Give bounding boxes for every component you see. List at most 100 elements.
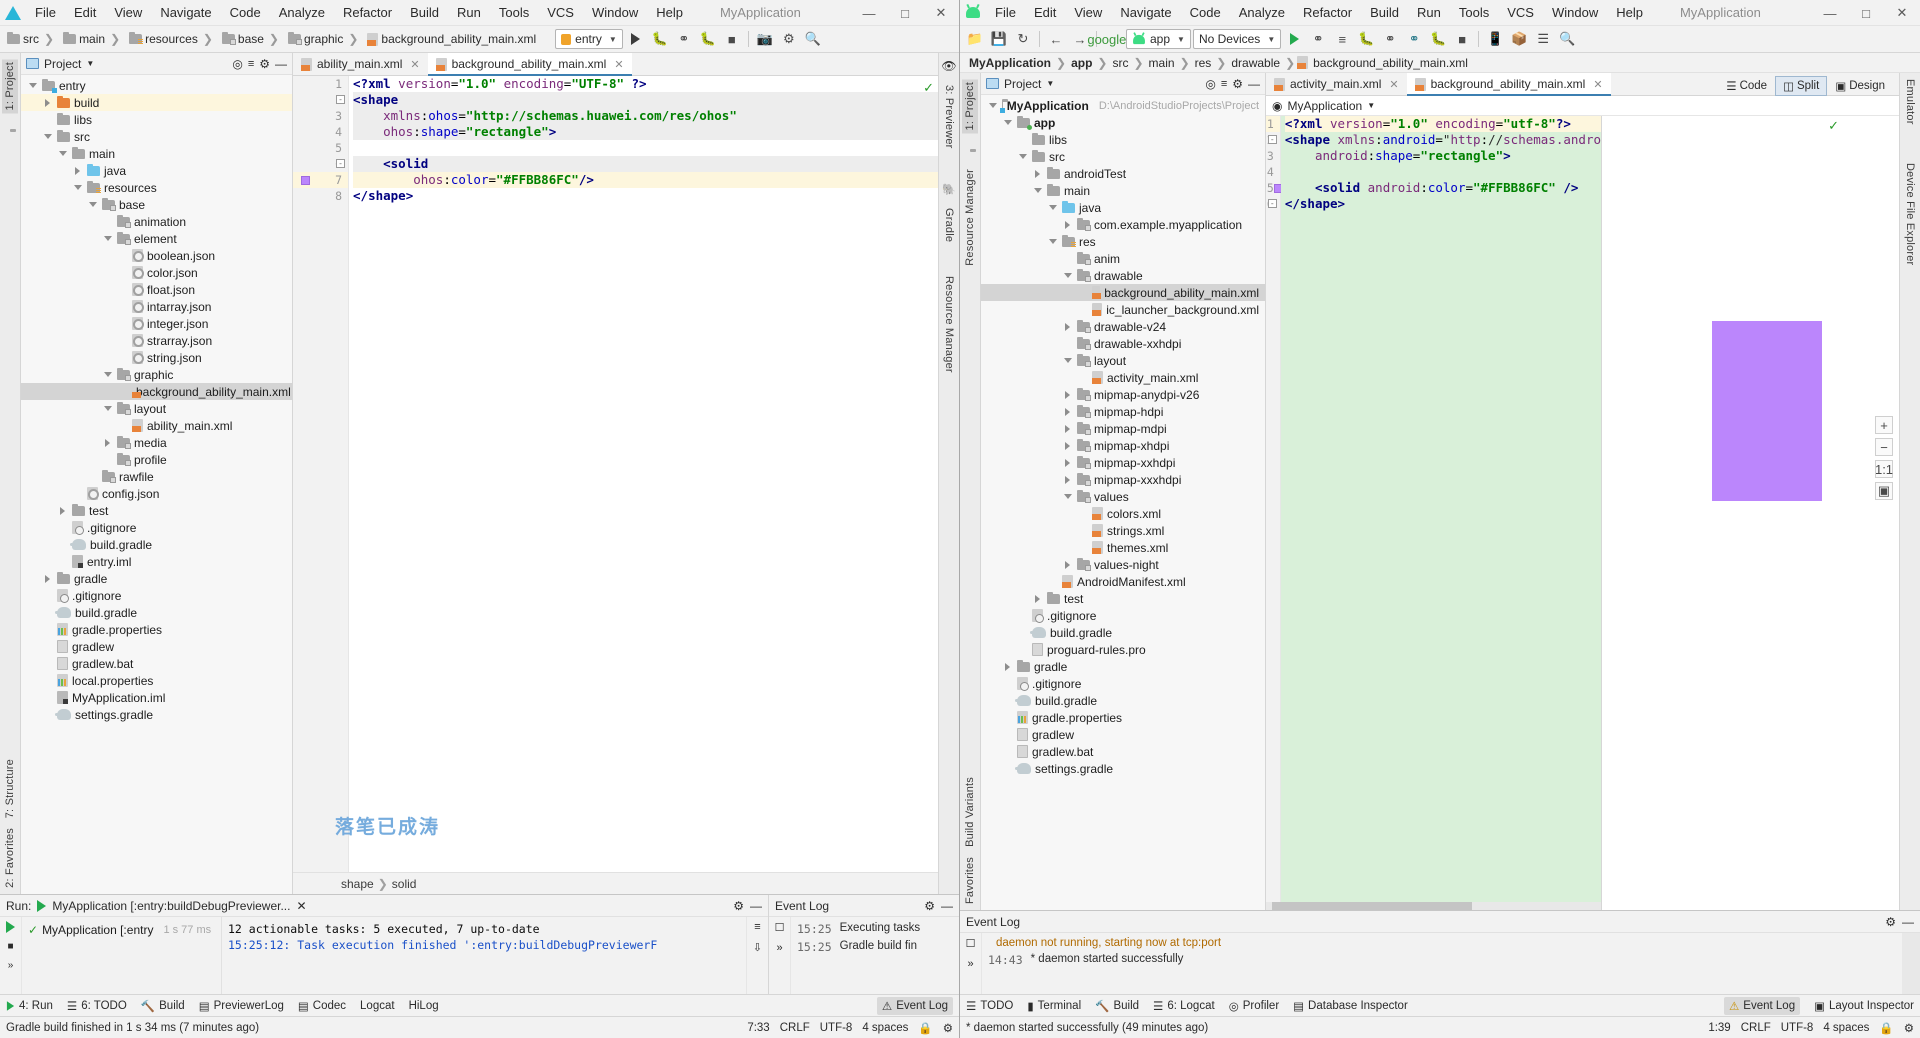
stop-icon[interactable]: ■ — [721, 28, 743, 50]
strip-device-file-explorer[interactable]: Device File Explorer — [1904, 163, 1916, 265]
tree-row[interactable]: gradle — [21, 570, 292, 587]
code-line[interactable]: ohos:color="#FFBB86FC"/> — [353, 172, 938, 188]
expand-toggle[interactable] — [42, 574, 53, 583]
settings-gear-icon[interactable]: ⚙ — [259, 57, 270, 71]
expand-toggle[interactable] — [1062, 407, 1073, 416]
tree-row[interactable]: java — [981, 199, 1265, 216]
tree-row[interactable]: layout — [981, 352, 1265, 369]
tw-todo[interactable]: ☰ TODO — [966, 999, 1013, 1013]
run-icon[interactable] — [1283, 28, 1305, 50]
tree-row[interactable]: test — [981, 590, 1265, 607]
expand-toggle[interactable] — [1002, 120, 1013, 125]
tree-row[interactable]: values — [981, 488, 1265, 505]
tree-row[interactable]: libs — [21, 111, 292, 128]
expand-toggle[interactable] — [1062, 390, 1073, 399]
tree-row[interactable]: build — [21, 94, 292, 111]
menu-help[interactable]: Help — [647, 3, 692, 22]
tw-todo[interactable]: ☰ 6: TODO — [67, 999, 127, 1013]
crumb-src[interactable]: src — [1109, 55, 1131, 71]
expand-toggle[interactable] — [1062, 220, 1073, 229]
tree-row[interactable]: com.example.myapplication — [981, 216, 1265, 233]
menu-build[interactable]: Build — [1361, 3, 1408, 22]
tree-row[interactable]: gradle.properties — [21, 621, 292, 638]
hide-panel-icon[interactable]: — — [1248, 77, 1260, 91]
tree-row[interactable]: mipmap-anydpi-v26 — [981, 386, 1265, 403]
menu-code[interactable]: Code — [1181, 3, 1230, 22]
expand-run-icon[interactable]: » — [8, 960, 14, 971]
tree-row[interactable]: entry.iml — [21, 553, 292, 570]
event-log-settings-icon[interactable]: ⚙ — [1885, 915, 1896, 929]
search-icon[interactable]: 🔍 — [1556, 28, 1578, 50]
code-line[interactable]: xmlns:ohos="http://schemas.huawei.com/re… — [353, 108, 938, 124]
status-indent[interactable]: 4 spaces — [1823, 1022, 1869, 1034]
tree-row[interactable]: gradle.properties — [981, 709, 1265, 726]
status-branch-icon[interactable]: ⚙ — [943, 1021, 953, 1035]
code-line[interactable]: </shape> — [353, 188, 938, 204]
tree-row[interactable]: base — [21, 196, 292, 213]
tree-row[interactable]: build.gradle — [21, 536, 292, 553]
tab-ability-main[interactable]: ability_main.xml ✕ — [293, 53, 428, 75]
tree-row[interactable]: anim — [981, 250, 1265, 267]
maximize-button[interactable]: □ — [887, 0, 923, 26]
run-task-tree[interactable]: ✓ MyApplication [:entry 1 s 77 ms — [22, 917, 222, 994]
code-line[interactable] — [1285, 164, 1601, 180]
menu-help[interactable]: Help — [1607, 3, 1652, 22]
expand-toggle[interactable] — [57, 151, 68, 156]
stop-icon[interactable]: ■ — [1451, 28, 1473, 50]
run-configuration-selector[interactable]: app ▼ — [1126, 29, 1191, 49]
expand-toggle[interactable] — [1032, 594, 1043, 603]
strip-previewer[interactable]: 3: Previewer — [943, 85, 955, 149]
menu-tools[interactable]: Tools — [490, 3, 538, 22]
tree-row[interactable]: layout — [21, 400, 292, 417]
event-log-expand-icon[interactable]: » — [967, 958, 973, 970]
tw-event-log[interactable]: ⚠ Event Log — [1723, 996, 1801, 1015]
menu-refactor[interactable]: Refactor — [334, 3, 401, 22]
close-run-tab-icon[interactable]: ✕ — [296, 899, 306, 913]
expand-toggle[interactable] — [987, 103, 998, 108]
menu-tools[interactable]: Tools — [1450, 3, 1498, 22]
crumb-res[interactable]: res — [1192, 55, 1215, 71]
status-caret-position[interactable]: 1:39 — [1708, 1022, 1730, 1034]
design-preview-pane[interactable]: + − 1:1 ▣ — [1602, 116, 1899, 910]
maximize-button[interactable]: □ — [1848, 0, 1884, 26]
profile-run-icon[interactable]: 🐛 — [1427, 28, 1449, 50]
code-line[interactable] — [353, 140, 938, 156]
zoom-out-button[interactable]: − — [1875, 438, 1893, 456]
tree-row[interactable]: colors.xml — [981, 505, 1265, 522]
editor-crumb-shape[interactable]: shape — [341, 877, 374, 891]
event-log-expand-icon[interactable]: » — [776, 942, 782, 954]
event-log-hide-icon[interactable]: — — [941, 899, 953, 913]
tw-logcat[interactable]: Logcat — [360, 1000, 395, 1012]
tw-build[interactable]: 🔨 Build — [141, 999, 185, 1013]
tree-row[interactable]: mipmap-mdpi — [981, 420, 1265, 437]
tree-row[interactable]: mipmap-xxxhdpi — [981, 471, 1265, 488]
close-tab-icon[interactable]: ✕ — [1593, 78, 1602, 91]
status-encoding[interactable]: UTF-8 — [1781, 1022, 1814, 1034]
tree-row[interactable]: strings.xml — [981, 522, 1265, 539]
view-mode-code[interactable]: ☰ Code — [1718, 76, 1775, 96]
tree-row[interactable]: intarray.json — [21, 298, 292, 315]
profiler-icon[interactable]: ⚭ — [1403, 28, 1425, 50]
editor-crumb-solid[interactable]: solid — [392, 877, 417, 891]
tree-row[interactable]: resources — [21, 179, 292, 196]
tab-background-ability-main[interactable]: background_ability_main.xml ✕ — [1406, 73, 1611, 96]
event-log-scrollbar[interactable] — [1902, 933, 1920, 994]
run-coverage-icon[interactable]: ⚭ — [673, 28, 695, 50]
strip-project[interactable]: 1: Project — [962, 79, 978, 134]
tree-row[interactable]: string.json — [21, 349, 292, 366]
right-project-tree[interactable]: MyApplication D:\AndroidStudioProjects\Pr… — [981, 95, 1265, 910]
menu-edit[interactable]: Edit — [1025, 3, 1065, 22]
zoom-in-button[interactable]: + — [1875, 416, 1893, 434]
close-button[interactable]: ✕ — [1884, 0, 1920, 26]
menu-view[interactable]: View — [105, 3, 151, 22]
status-caret-position[interactable]: 7:33 — [747, 1022, 769, 1034]
menu-build[interactable]: Build — [401, 3, 448, 22]
tree-row[interactable]: element — [21, 230, 292, 247]
apply-code-changes-icon[interactable]: ≡ — [1331, 28, 1353, 50]
close-tab-icon[interactable]: ✕ — [614, 58, 623, 71]
strip-resource-manager[interactable]: Resource Manager — [943, 276, 955, 373]
tw-build[interactable]: 🔨 Build — [1095, 999, 1139, 1013]
tw-terminal[interactable]: ▮ Terminal — [1027, 999, 1081, 1013]
status-lock-icon[interactable]: 🔒 — [918, 1021, 932, 1035]
run-hide-icon[interactable]: — — [750, 899, 762, 913]
